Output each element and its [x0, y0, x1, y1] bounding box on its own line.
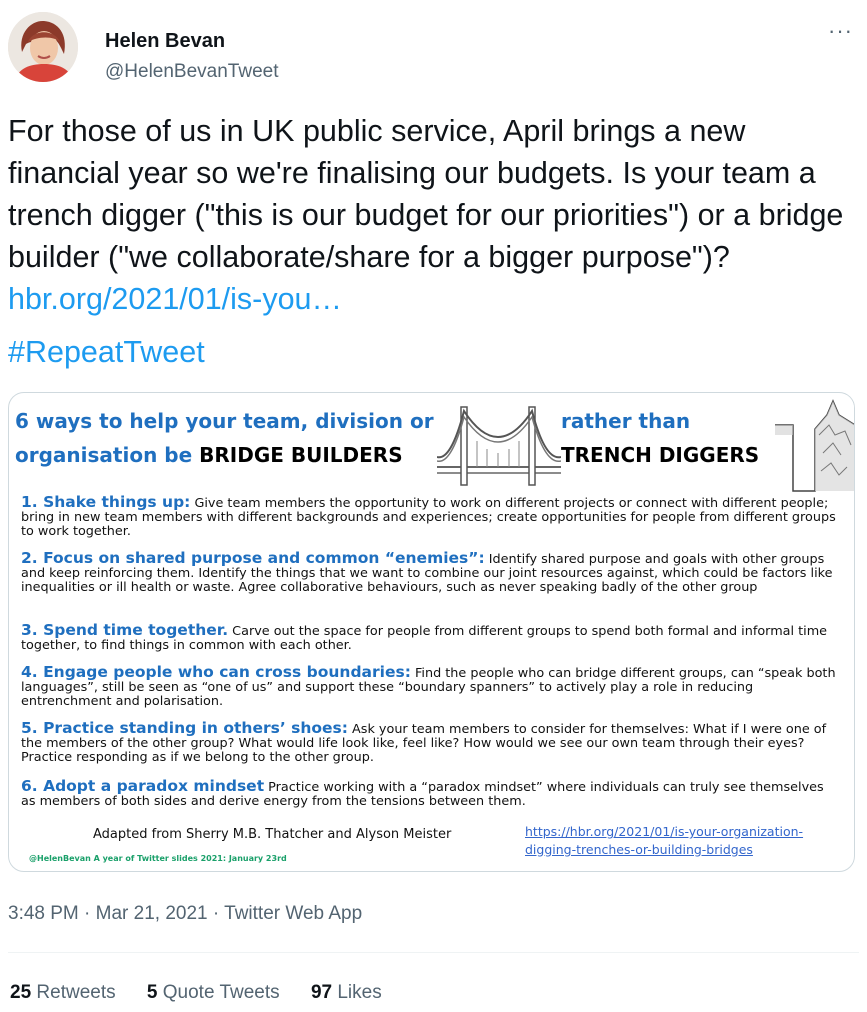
point-4-heading: 4. Engage people who can cross boundarie…: [21, 663, 411, 681]
author-handle[interactable]: @HelenBevanTweet: [105, 61, 279, 83]
point-4: 4. Engage people who can cross boundarie…: [21, 663, 841, 709]
image-title-line2-blue: organisation be: [15, 443, 200, 467]
image-small-credit: @HelenBevan A year of Twitter slides 202…: [29, 854, 287, 863]
tweet-link[interactable]: hbr.org/2021/01/is-you…: [8, 282, 342, 316]
likes-count: 97: [310, 982, 333, 1003]
point-6-heading: 6. Adopt a paradox mindset: [21, 777, 265, 795]
image-rather-than: rather than: [561, 409, 691, 433]
image-title-line1: 6 ways to help your team, division or: [15, 409, 434, 433]
engagement-stats: 25 Retweets 5 Quote Tweets 97 Likes: [10, 982, 408, 1004]
bridge-icon: [437, 401, 561, 493]
point-3-heading: 3. Spend time together.: [21, 621, 229, 639]
image-trench-diggers: TRENCH DIGGERS: [561, 443, 760, 467]
point-2: 2. Focus on shared purpose and common “e…: [21, 549, 841, 595]
likes-label: Likes: [337, 982, 382, 1003]
image-source-link: https://hbr.org/2021/01/is-your-organiza…: [525, 824, 804, 857]
tweet-timestamp[interactable]: 3:48 PM · Mar 21, 2021 · Twitter Web App: [8, 903, 362, 925]
more-options-icon[interactable]: ···: [828, 18, 853, 44]
point-5: 5. Practice standing in others’ shoes: A…: [21, 719, 841, 765]
retweets-label: Retweets: [36, 982, 116, 1003]
tweet-text: For those of us in UK public service, Ap…: [8, 110, 858, 320]
point-1-heading: 1. Shake things up:: [21, 493, 191, 511]
quote-tweets-stat[interactable]: 5 Quote Tweets: [147, 982, 280, 1004]
image-credit: Adapted from Sherry M.B. Thatcher and Al…: [93, 827, 452, 842]
point-3: 3. Spend time together. Carve out the sp…: [21, 621, 841, 653]
retweets-stat[interactable]: 25 Retweets: [10, 982, 116, 1004]
point-2-heading: 2. Focus on shared purpose and common “e…: [21, 549, 485, 567]
likes-stat[interactable]: 97 Likes: [311, 982, 382, 1004]
tweet-header: Helen Bevan @HelenBevanTweet ···: [8, 10, 859, 84]
quotes-label: Quote Tweets: [162, 982, 280, 1003]
image-title-line2: organisation be BRIDGE BUILDERS: [15, 443, 403, 467]
tweet-body: For those of us in UK public service, Ap…: [8, 114, 844, 274]
point-5-heading: 5. Practice standing in others’ shoes:: [21, 719, 348, 737]
profile-photo-icon: [8, 12, 78, 82]
trench-icon: [775, 395, 854, 495]
tweet-image[interactable]: 6 ways to help your team, division or or…: [8, 392, 855, 872]
point-6: 6. Adopt a paradox mindset Practice work…: [21, 777, 841, 809]
divider: [8, 952, 859, 953]
image-title-bridge-builders: BRIDGE BUILDERS: [199, 443, 403, 467]
point-1: 1. Shake things up: Give team members th…: [21, 493, 841, 539]
quotes-count: 5: [146, 982, 158, 1003]
avatar[interactable]: [8, 12, 78, 82]
author-name[interactable]: Helen Bevan: [105, 30, 225, 53]
infographic: 6 ways to help your team, division or or…: [9, 393, 854, 871]
retweets-count: 25: [10, 982, 32, 1003]
hashtag-link[interactable]: #RepeatTweet: [8, 335, 205, 370]
